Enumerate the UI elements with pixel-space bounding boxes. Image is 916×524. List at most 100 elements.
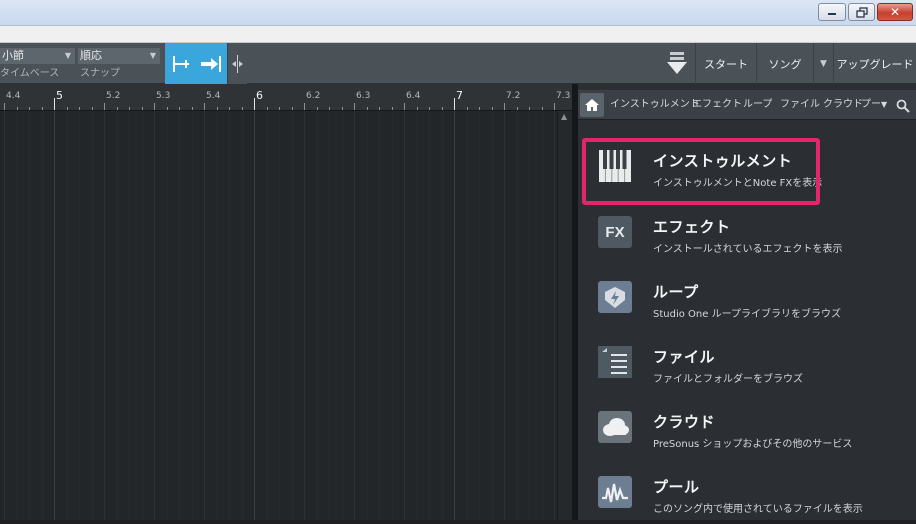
- folder-icon: [598, 346, 632, 378]
- window-titlebar: ✕: [0, 0, 916, 26]
- ruler-label: 6.3: [356, 91, 371, 101]
- ruler-tick: [204, 103, 205, 110]
- tab-loops[interactable]: ループ: [743, 90, 772, 120]
- grid-line: [354, 111, 355, 520]
- timebase-value: 小節: [2, 49, 24, 62]
- scroll-up-icon[interactable]: ▲: [561, 112, 567, 121]
- ruler-tick: [391, 107, 393, 110]
- fx-icon-text: FX: [605, 223, 625, 241]
- ruler-tick: [404, 103, 405, 110]
- timebase-dropdown[interactable]: 小節 ▼: [0, 48, 75, 64]
- home-icon: [585, 99, 599, 111]
- minimize-button[interactable]: [818, 3, 846, 21]
- chevron-down-icon: ▼: [149, 51, 156, 60]
- grid-line: [491, 111, 493, 520]
- tabs-overflow-icon[interactable]: ▼: [881, 90, 887, 120]
- download-arrow-icon[interactable]: [662, 51, 692, 77]
- close-icon: ✕: [889, 5, 901, 19]
- timebase-label: タイムベース: [0, 68, 60, 79]
- song-button[interactable]: ソング: [756, 43, 813, 84]
- ruler-label: 6.2: [306, 91, 321, 101]
- timeline-ruler[interactable]: 4.4 5 5.2 5.3 5.4 6 6.2 6.3 6.4 7 7.2 7.3: [0, 84, 572, 111]
- browser-item-title: ファイル: [653, 348, 716, 366]
- grid-line: [54, 111, 55, 520]
- restore-button[interactable]: [848, 3, 875, 21]
- grid-line: [316, 111, 318, 520]
- ruler-tick: [491, 107, 493, 110]
- grid-line: [204, 111, 205, 520]
- split-tool[interactable]: [227, 43, 247, 84]
- home-tab[interactable]: [580, 93, 604, 117]
- ruler-tick: [229, 107, 230, 110]
- grid-line: [454, 111, 455, 520]
- grid-line: [154, 111, 155, 520]
- grid-line: [229, 111, 230, 520]
- ruler-tick: [4, 103, 5, 110]
- ruler-tick: [279, 107, 280, 110]
- grid-line: [391, 111, 393, 520]
- song-chevron-icon[interactable]: ▼: [813, 43, 833, 84]
- ruler-label: 4.4: [6, 91, 21, 101]
- loop-icon: [598, 281, 632, 313]
- browser-item-subtitle: ファイルとフォルダーをブラウズ: [653, 374, 803, 385]
- grid-line: [341, 111, 343, 520]
- tab-effects[interactable]: エフェクト: [692, 90, 742, 120]
- start-button[interactable]: スタート: [695, 43, 756, 84]
- ruler-tick: [104, 103, 105, 110]
- ruler-tick: [354, 103, 355, 110]
- ruler-tick: [379, 107, 380, 110]
- upgrade-button[interactable]: アップグレード: [833, 43, 916, 84]
- restore-icon: [849, 4, 874, 20]
- grid-line: [366, 111, 368, 520]
- grid-line: [429, 111, 430, 520]
- browser-item-loops[interactable]: ループ Studio One ループライブラリをブラウズ: [578, 267, 916, 329]
- pool-icon: [598, 476, 632, 508]
- ruler-tick: [179, 107, 180, 110]
- ruler-label: 7.3: [556, 91, 571, 101]
- tab-pool[interactable]: プー: [861, 90, 881, 120]
- ruler-tick: [191, 107, 193, 110]
- grid-line: [79, 111, 80, 520]
- ruler-tick: [29, 107, 30, 110]
- grid-line: [29, 111, 30, 520]
- browser-item-title: エフェクト: [653, 218, 731, 236]
- vertical-scrollbar[interactable]: ▲: [557, 111, 572, 520]
- ruler-label: 5: [56, 89, 63, 102]
- snap-to-start-icon[interactable]: [171, 55, 193, 73]
- tab-files[interactable]: ファイル: [780, 90, 820, 120]
- browser-item-files[interactable]: ファイル ファイルとフォルダーをブラウズ: [578, 332, 916, 394]
- ruler-tick: [316, 107, 318, 110]
- ruler-label: 6.4: [406, 91, 421, 101]
- browser-item-pool[interactable]: プール このソング内で使用されているファイルを表示: [578, 462, 916, 524]
- ruler-tick: [41, 107, 43, 110]
- main-toolbar: 小節 ▼ タイムベース 順応 ▼ スナップ スタート ソング ▼ アップグレード: [0, 43, 916, 84]
- tab-instruments[interactable]: インストゥルメント: [610, 90, 700, 120]
- grid-line: [441, 111, 443, 520]
- grid-line: [516, 111, 518, 520]
- tab-cloud[interactable]: クラウド: [823, 90, 863, 120]
- grid-line: [4, 111, 5, 520]
- grid-line: [541, 111, 543, 520]
- browser-item-subtitle: このソング内で使用されているファイルを表示: [653, 504, 863, 515]
- arrange-view[interactable]: 4.4 5 5.2 5.3 5.4 6 6.2 6.3 6.4 7 7.2 7.3 ▲: [0, 84, 572, 520]
- grid-line: [116, 111, 118, 520]
- snap-dropdown[interactable]: 順応 ▼: [78, 48, 160, 64]
- grid-line: [416, 111, 418, 520]
- grid-line: [304, 111, 305, 520]
- search-icon[interactable]: [896, 98, 910, 113]
- browser-item-title: ループ: [653, 283, 699, 301]
- snap-value: 順応: [80, 49, 102, 62]
- browser-item-cloud[interactable]: クラウド PreSonus ショップおよびその他のサービス: [578, 397, 916, 459]
- ruler-tick: [554, 103, 555, 110]
- close-button[interactable]: ✕: [877, 3, 913, 21]
- grid-line: [554, 111, 555, 520]
- browser-item-title: プール: [653, 478, 700, 496]
- ruler-tick: [266, 107, 268, 110]
- snap-arrow-icon[interactable]: [199, 55, 223, 73]
- ruler-tick: [254, 98, 255, 110]
- ruler-tick: [329, 107, 330, 110]
- browser-item-subtitle: インストールされているエフェクトを表示: [653, 244, 843, 255]
- ruler-tick: [54, 98, 55, 110]
- ruler-tick: [479, 107, 480, 110]
- browser-item-effects[interactable]: FX エフェクト インストールされているエフェクトを表示: [578, 202, 916, 264]
